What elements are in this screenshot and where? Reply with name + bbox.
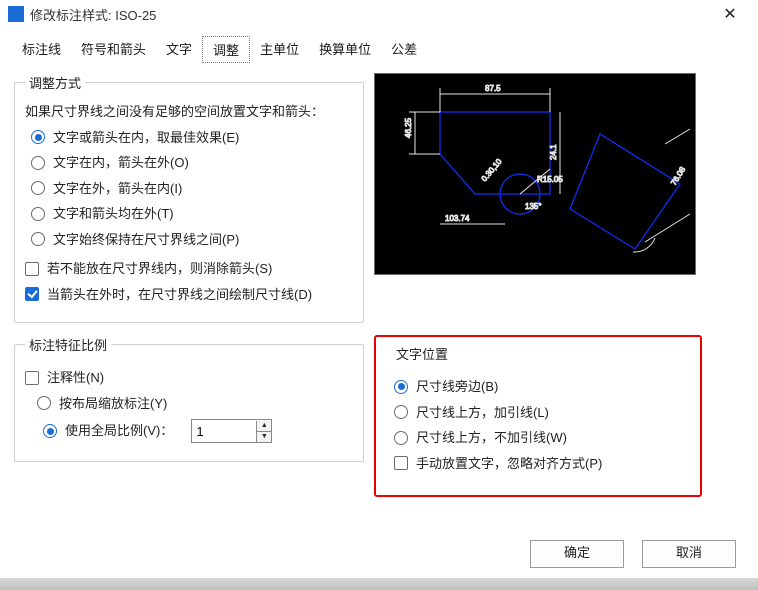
svg-text:46.25: 46.25 xyxy=(404,117,413,138)
opt-label: 尺寸线上方，加引线(L) xyxy=(416,403,549,423)
radio-icon xyxy=(394,431,408,445)
opt-label: 文字在内，箭头在外(O) xyxy=(53,153,189,173)
dialog-footer: 确定 取消 xyxy=(0,528,758,578)
chk-label: 注释性(N) xyxy=(47,368,104,388)
taskbar-strip xyxy=(0,578,758,590)
opt-scale-global[interactable]: 使用全局比例(V)： xyxy=(43,421,173,441)
opt-label: 尺寸线旁边(B) xyxy=(416,377,498,397)
svg-text:0.30,10: 0.30,10 xyxy=(480,157,504,184)
chk-label: 手动放置文字，忽略对齐方式(P) xyxy=(416,454,602,474)
opt-label: 尺寸线上方，不加引线(W) xyxy=(416,428,567,448)
opt-label: 文字和箭头均在外(T) xyxy=(53,204,174,224)
opt-fit-text-in[interactable]: 文字在内，箭头在外(O) xyxy=(31,153,353,173)
chk-draw-dimline[interactable]: 当箭头在外时，在尺寸界线之间绘制尺寸线(D) xyxy=(25,285,353,305)
legend-scale: 标注特征比例 xyxy=(25,335,111,354)
radio-icon xyxy=(31,207,45,221)
opt-textpos-above-noleader[interactable]: 尺寸线上方，不加引线(W) xyxy=(394,428,688,448)
group-fit-method: 调整方式 如果尺寸界线之间没有足够的空间放置文字和箭头： 文字或箭头在内，取最佳… xyxy=(14,73,364,323)
opt-fit-text-out[interactable]: 文字在外，箭头在内(I) xyxy=(31,179,353,199)
tab-primary[interactable]: 主单位 xyxy=(250,36,309,63)
tab-dimlines[interactable]: 标注线 xyxy=(12,36,71,63)
radio-icon xyxy=(37,396,51,410)
app-icon xyxy=(8,6,24,22)
checkbox-icon xyxy=(25,371,39,385)
spin-up-icon[interactable]: ▲ xyxy=(257,421,271,431)
global-scale-input[interactable] xyxy=(192,422,256,441)
opt-textpos-above-leader[interactable]: 尺寸线上方，加引线(L) xyxy=(394,403,688,423)
svg-text:24.1: 24.1 xyxy=(549,144,558,160)
tab-fit[interactable]: 调整 xyxy=(202,36,250,63)
svg-text:R15.05: R15.05 xyxy=(537,175,563,184)
titlebar: 修改标注样式: ISO-25 ✕ xyxy=(0,0,758,28)
spin-global-scale[interactable]: ▲ ▼ xyxy=(191,419,272,443)
opt-textpos-beside[interactable]: 尺寸线旁边(B) xyxy=(394,377,688,397)
opt-fit-best[interactable]: 文字或箭头在内，取最佳效果(E) xyxy=(31,128,353,148)
legend-fit: 调整方式 xyxy=(25,73,85,92)
radio-icon xyxy=(31,232,45,246)
radio-icon xyxy=(31,156,45,170)
ok-button[interactable]: 确定 xyxy=(530,540,624,568)
chk-manual-place[interactable]: 手动放置文字，忽略对齐方式(P) xyxy=(394,454,688,474)
checkbox-icon xyxy=(25,287,39,301)
opt-label: 按布局缩放标注(Y) xyxy=(59,394,167,414)
opt-label: 文字或箭头在内，取最佳效果(E) xyxy=(53,128,239,148)
radio-icon xyxy=(43,424,57,438)
radio-icon xyxy=(31,130,45,144)
checkbox-icon xyxy=(25,262,39,276)
radio-icon xyxy=(394,405,408,419)
svg-text:135°: 135° xyxy=(525,202,542,211)
tab-tolerance[interactable]: 公差 xyxy=(381,36,427,63)
chk-annotative[interactable]: 注释性(N) xyxy=(25,368,353,388)
chk-label: 若不能放在尺寸界线内，则消除箭头(S) xyxy=(47,259,272,279)
svg-text:76.08: 76.08 xyxy=(669,165,688,187)
group-scale: 标注特征比例 注释性(N) 按布局缩放标注(Y) 使用全局比例(V)： ▲ xyxy=(14,335,364,462)
opt-label: 文字始终保持在尺寸界线之间(P) xyxy=(53,230,239,250)
opt-label: 使用全局比例(V)： xyxy=(65,421,173,441)
opt-scale-layout[interactable]: 按布局缩放标注(Y) xyxy=(37,394,353,414)
chk-suppress-arrows[interactable]: 若不能放在尺寸界线内，则消除箭头(S) xyxy=(25,259,353,279)
opt-fit-keep-between[interactable]: 文字始终保持在尺寸界线之间(P) xyxy=(31,230,353,250)
cancel-button[interactable]: 取消 xyxy=(642,540,736,568)
svg-text:103.74: 103.74 xyxy=(445,214,470,223)
window-title: 修改标注样式: ISO-25 xyxy=(30,5,156,24)
chk-label: 当箭头在外时，在尺寸界线之间绘制尺寸线(D) xyxy=(47,285,312,305)
tab-text[interactable]: 文字 xyxy=(156,36,202,63)
checkbox-icon xyxy=(394,456,408,470)
fit-intro: 如果尺寸界线之间没有足够的空间放置文字和箭头： xyxy=(25,102,353,122)
tab-alternate[interactable]: 换算单位 xyxy=(309,36,381,63)
opt-label: 文字在外，箭头在内(I) xyxy=(53,179,182,199)
svg-text:87.5: 87.5 xyxy=(485,84,501,93)
radio-icon xyxy=(31,181,45,195)
spin-down-icon[interactable]: ▼ xyxy=(257,431,271,442)
close-icon[interactable]: ✕ xyxy=(710,4,750,24)
dimension-preview: 87.5 46.25 24.1 103.74 76.08 R15.05 135°… xyxy=(374,73,696,275)
tab-symbols[interactable]: 符号和箭头 xyxy=(71,36,156,63)
legend-textpos: 文字位置 xyxy=(392,344,452,363)
opt-fit-both-out[interactable]: 文字和箭头均在外(T) xyxy=(31,204,353,224)
radio-icon xyxy=(394,380,408,394)
tab-strip: 标注线 符号和箭头 文字 调整 主单位 换算单位 公差 xyxy=(0,28,758,63)
group-text-position: 文字位置 尺寸线旁边(B) 尺寸线上方，加引线(L) 尺寸线上方，不加引线(W)… xyxy=(374,335,702,497)
